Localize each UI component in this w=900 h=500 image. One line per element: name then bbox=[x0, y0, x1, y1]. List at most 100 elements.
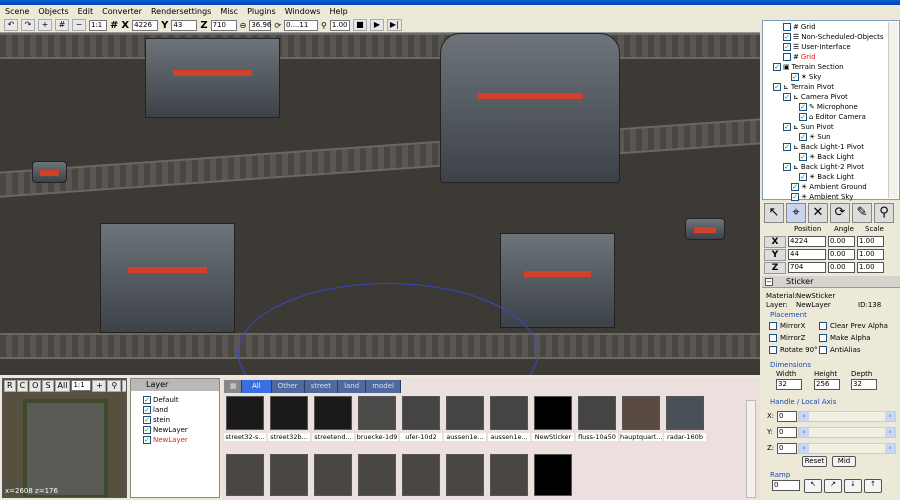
tree-item[interactable]: # Grid bbox=[783, 52, 816, 62]
axis-z-button[interactable]: Z bbox=[764, 262, 786, 274]
position-y-field[interactable]: 44 bbox=[788, 249, 826, 260]
tab-street[interactable]: street bbox=[304, 380, 339, 393]
minimap[interactable]: RCOSAll1:1+⚲− x=2608 z=176 bbox=[2, 378, 127, 498]
scale-tool-icon[interactable]: ✕ bbox=[808, 203, 828, 223]
visibility-checkbox[interactable]: ✓ bbox=[783, 123, 791, 131]
zoom-ratio-field[interactable]: 1:1 bbox=[89, 19, 107, 31]
antialias-checkbox[interactable] bbox=[819, 346, 827, 354]
layer-item[interactable]: ✓ NewLayer bbox=[143, 435, 188, 445]
menu-misc[interactable]: Misc bbox=[220, 7, 238, 16]
zoom-tool-icon[interactable]: ⚲ bbox=[874, 203, 894, 223]
handle-x-field[interactable]: 0 bbox=[777, 411, 797, 422]
tree-item[interactable]: ✓ ☰ Non-Scheduled-Objects bbox=[783, 32, 884, 42]
tab-other[interactable]: Other bbox=[271, 380, 305, 393]
stop-button[interactable]: ■ bbox=[352, 19, 367, 31]
ramp-field[interactable]: 0 bbox=[772, 480, 800, 491]
axis-x-button[interactable]: X bbox=[764, 236, 786, 248]
asset-thumbnail[interactable] bbox=[534, 396, 572, 430]
layer-visibility-checkbox[interactable]: ✓ bbox=[143, 436, 151, 444]
asset-grid-icon[interactable]: ▦ bbox=[224, 380, 242, 393]
tree-item[interactable]: ✓ ▣ Terrain Section bbox=[773, 62, 844, 72]
undo-button[interactable]: ↶ bbox=[4, 19, 18, 31]
minimap-c-button[interactable]: C bbox=[16, 380, 29, 392]
sticker-header[interactable]: − Sticker bbox=[762, 276, 900, 288]
range-field[interactable]: 0....11 bbox=[284, 19, 319, 31]
scale-field[interactable]: 1.00 bbox=[329, 19, 350, 31]
visibility-checkbox[interactable]: ✓ bbox=[799, 113, 807, 121]
visibility-checkbox[interactable]: ✓ bbox=[799, 103, 807, 111]
handle-z-field[interactable]: 0 bbox=[777, 443, 797, 454]
position-x-field[interactable]: 4224 bbox=[788, 236, 826, 247]
asset-thumbnail[interactable] bbox=[490, 454, 528, 496]
asset-thumbnail[interactable] bbox=[270, 454, 308, 496]
tree-item[interactable]: ✓ ☀ Ambient Sky bbox=[791, 192, 853, 202]
visibility-checkbox[interactable]: ✓ bbox=[773, 83, 781, 91]
handle-y-slider[interactable]: ‹ › bbox=[798, 427, 896, 438]
tree-item[interactable]: # Grid bbox=[783, 22, 816, 32]
play-button[interactable]: ▶ bbox=[369, 19, 384, 31]
asset-thumbnail[interactable] bbox=[402, 396, 440, 430]
menu-windows[interactable]: Windows bbox=[285, 7, 321, 16]
tree-scrollbar[interactable] bbox=[888, 22, 898, 198]
layer-item[interactable]: ✓ land bbox=[143, 405, 168, 415]
z-field[interactable]: 710 bbox=[210, 19, 237, 31]
visibility-checkbox[interactable]: ✓ bbox=[783, 143, 791, 151]
angle-z-field[interactable]: 0.00 bbox=[828, 262, 855, 273]
asset-thumbnail[interactable] bbox=[226, 396, 264, 430]
minimap-ratio-field[interactable]: 1:1 bbox=[71, 380, 92, 391]
visibility-checkbox[interactable]: ✓ bbox=[783, 33, 791, 41]
tree-item[interactable]: ✓ ⊾ Camera Pivot bbox=[783, 92, 848, 102]
tree-item[interactable]: ✓ ⊾ Back Light-1 Pivot bbox=[783, 142, 864, 152]
menu-help[interactable]: Help bbox=[329, 7, 347, 16]
asset-thumbnail[interactable] bbox=[578, 396, 616, 430]
tree-item[interactable]: ✓ ⌂ Editor Camera bbox=[799, 112, 866, 122]
visibility-checkbox[interactable]: ✓ bbox=[783, 43, 791, 51]
angle-field[interactable]: 36.96 bbox=[249, 19, 271, 31]
mirrorx-checkbox[interactable] bbox=[769, 322, 777, 330]
asset-thumbnail[interactable] bbox=[270, 396, 308, 430]
x-field[interactable]: 4226 bbox=[132, 19, 159, 31]
y-field[interactable]: 43 bbox=[171, 19, 198, 31]
angle-x-field[interactable]: 0.00 bbox=[828, 236, 855, 247]
zoom-in-button[interactable]: + bbox=[38, 19, 52, 31]
axis-y-button[interactable]: Y bbox=[764, 249, 786, 261]
menu-objects[interactable]: Objects bbox=[38, 7, 68, 16]
angle-y-field[interactable]: 0.00 bbox=[828, 249, 855, 260]
asset-thumbnail[interactable] bbox=[446, 396, 484, 430]
pick-tool-icon[interactable]: ✎ bbox=[852, 203, 872, 223]
zoom-out-button[interactable]: − bbox=[72, 19, 86, 31]
tab-model[interactable]: model bbox=[366, 380, 401, 393]
tree-item[interactable]: ✓ ⊾ Back Light-2 Pivot bbox=[783, 162, 864, 172]
handle-z-slider[interactable]: ‹ › bbox=[798, 443, 896, 454]
minimap-r-button[interactable]: R bbox=[4, 380, 16, 392]
minimap-zoom-out-button[interactable]: − bbox=[122, 380, 126, 392]
asset-thumbnail[interactable] bbox=[226, 454, 264, 496]
asset-scrollbar[interactable] bbox=[746, 400, 756, 498]
rotate90-checkbox[interactable] bbox=[769, 346, 777, 354]
ramp-left-button[interactable]: ↖ bbox=[804, 479, 822, 493]
redo-button[interactable]: ↷ bbox=[21, 19, 35, 31]
minimap-zoom-icon[interactable]: ⚲ bbox=[107, 380, 122, 392]
grid-button[interactable]: # bbox=[55, 19, 69, 31]
menu-converter[interactable]: Converter bbox=[102, 7, 142, 16]
reset-button[interactable]: Reset bbox=[802, 456, 827, 467]
visibility-checkbox[interactable]: ✓ bbox=[791, 183, 799, 191]
tab-land[interactable]: land bbox=[338, 380, 367, 393]
asset-thumbnail[interactable] bbox=[490, 396, 528, 430]
minimap-zoom-in-button[interactable]: + bbox=[92, 380, 107, 392]
tree-item[interactable]: ✓ ✶ Sky bbox=[791, 72, 821, 82]
visibility-checkbox[interactable] bbox=[783, 23, 791, 31]
tree-item[interactable]: ✓ ⊾ Terrain Pivot bbox=[773, 82, 834, 92]
visibility-checkbox[interactable]: ✓ bbox=[791, 193, 799, 201]
height-field[interactable]: 256 bbox=[814, 379, 840, 390]
select-tool-icon[interactable]: ↖ bbox=[764, 203, 784, 223]
tree-item[interactable]: ✓ ☀ Ambient Ground bbox=[791, 182, 867, 192]
ramp-right-button[interactable]: ↗ bbox=[824, 479, 842, 493]
tree-item[interactable]: ✓ ☀ Back Light bbox=[799, 152, 854, 162]
tree-item[interactable]: ✓ ☰ User-Interface bbox=[783, 42, 851, 52]
handle-x-slider[interactable]: ‹ › bbox=[798, 411, 896, 422]
step-button[interactable]: ▶| bbox=[386, 19, 402, 31]
scale-y-field[interactable]: 1.00 bbox=[857, 249, 884, 260]
asset-thumbnail[interactable] bbox=[358, 396, 396, 430]
menu-plugins[interactable]: Plugins bbox=[247, 7, 276, 16]
